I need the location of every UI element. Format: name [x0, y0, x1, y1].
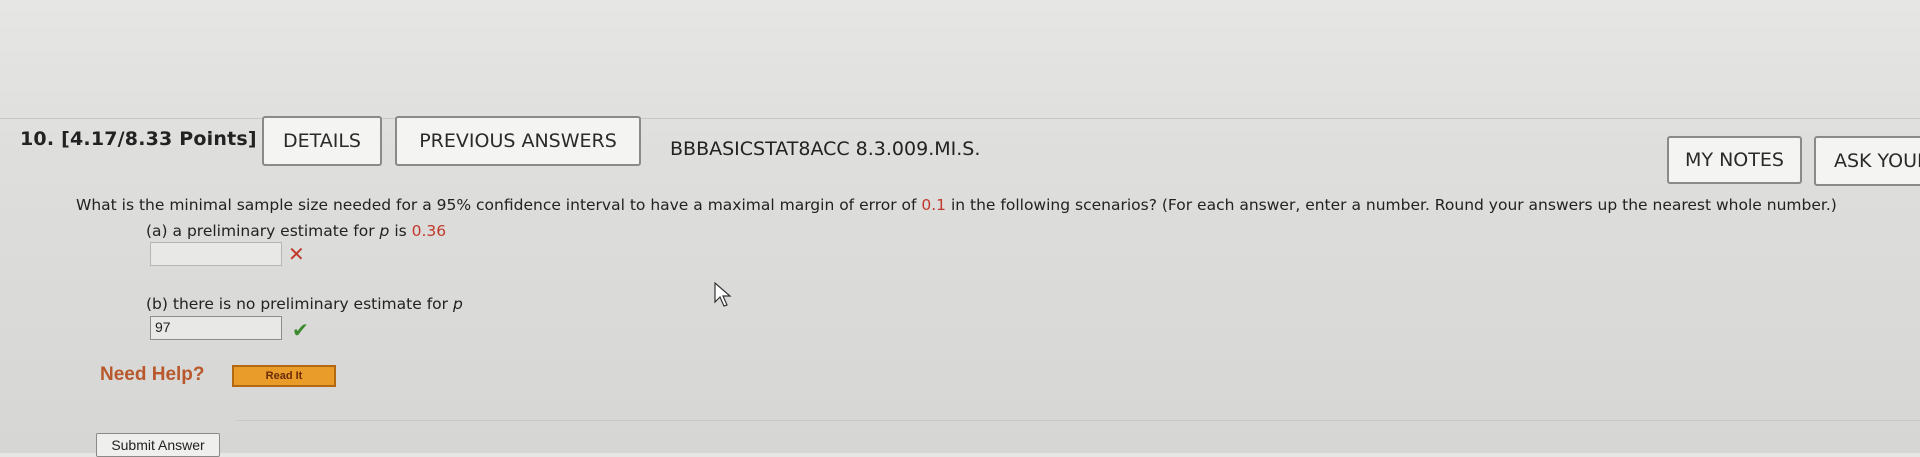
question-number: 10. — [20, 128, 55, 150]
part-a-prefix: (a) a preliminary estimate for — [146, 222, 380, 240]
need-help-label: Need Help? — [100, 364, 205, 385]
correct-check-icon: ✔ — [292, 318, 309, 342]
submit-answer-button[interactable]: Submit Answer — [96, 433, 220, 457]
part-a-answer-input[interactable] — [150, 242, 282, 266]
previous-answers-button[interactable]: PREVIOUS ANSWERS — [395, 116, 641, 166]
read-it-button[interactable]: Read It — [232, 365, 336, 387]
my-notes-button[interactable]: MY NOTES — [1667, 136, 1802, 184]
mouse-cursor-icon — [714, 282, 732, 307]
question-header: 10. [4.17/8.33 Points] — [20, 128, 257, 150]
prompt-text-before: What is the minimal sample size needed f… — [76, 196, 922, 214]
part-a-var: p — [379, 222, 390, 240]
part-b-var: p — [452, 295, 463, 313]
prompt-text-after: in the following scenarios? (For each an… — [946, 196, 1837, 214]
details-button[interactable]: DETAILS — [262, 116, 382, 166]
incorrect-x-icon: ✕ — [288, 242, 305, 266]
part-a-value: 0.36 — [411, 222, 447, 240]
part-b-label: (b) there is no preliminary estimate for… — [146, 295, 463, 313]
part-a-label: (a) a preliminary estimate for p is 0.36 — [146, 222, 446, 240]
prompt-highlight: 0.1 — [921, 196, 947, 214]
part-b-prefix: (b) there is no preliminary estimate for — [146, 295, 453, 313]
question-points: [4.17/8.33 Points] — [61, 128, 257, 150]
footer-divider — [236, 420, 1920, 421]
part-b-answer-input[interactable]: 97 — [150, 316, 282, 340]
question-prompt: What is the minimal sample size needed f… — [76, 196, 1837, 214]
ask-your-teacher-button[interactable]: ASK YOUR — [1814, 136, 1920, 186]
part-a-mid: is — [389, 222, 412, 240]
question-code: BBBASICSTAT8ACC 8.3.009.MI.S. — [670, 138, 981, 160]
